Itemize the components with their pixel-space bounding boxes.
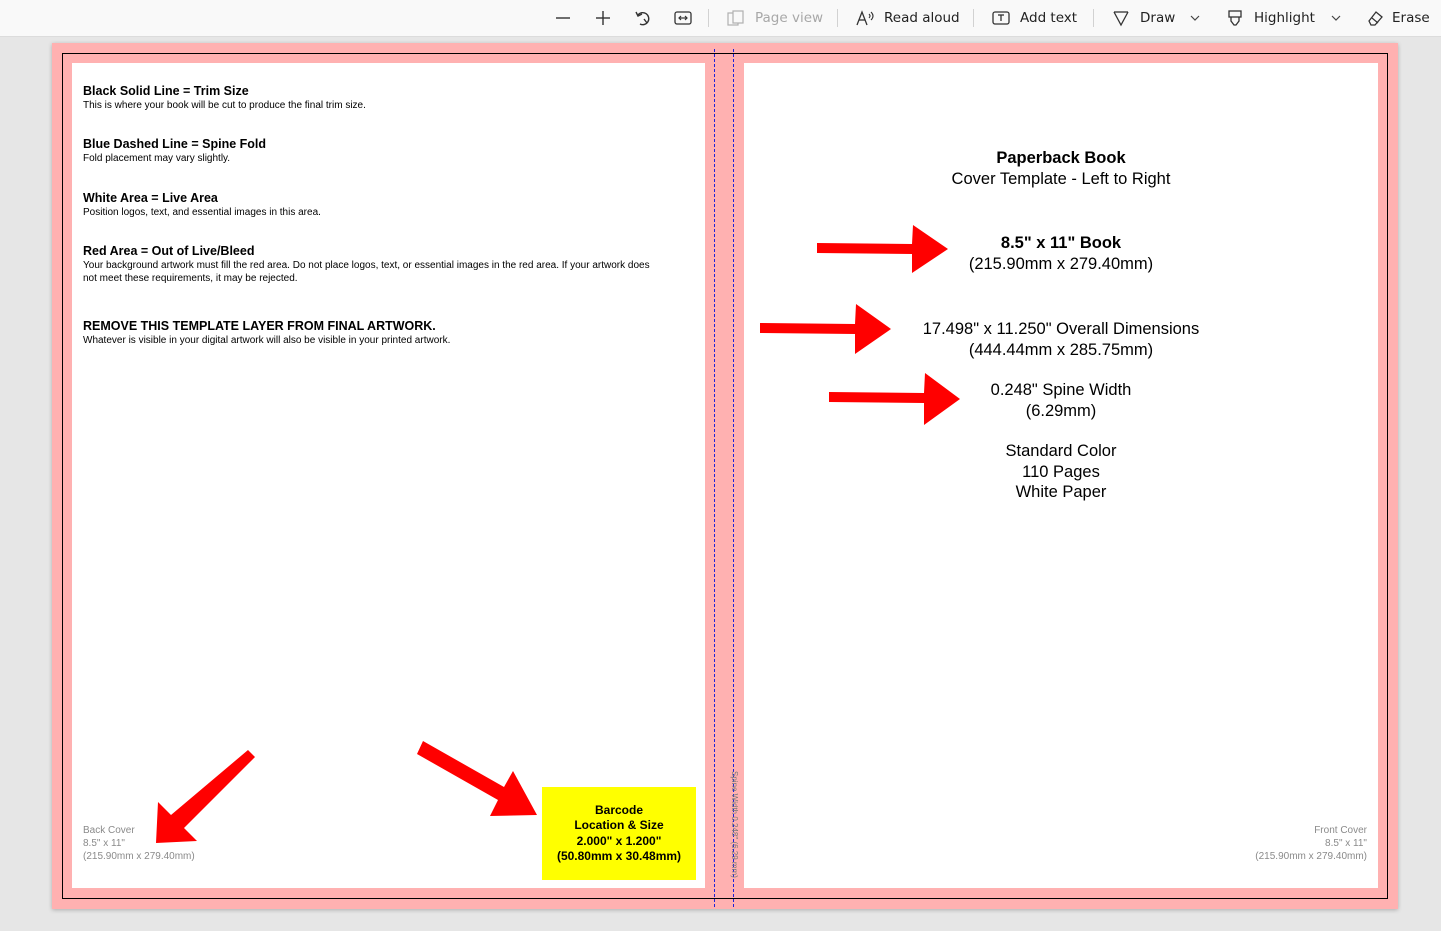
zoom-out-button[interactable] <box>555 0 571 36</box>
chevron-down-icon <box>1331 15 1341 21</box>
pdf-page: Spine Width 0.248" (6.29 mm) Black Solid… <box>52 43 1398 909</box>
page-view-icon <box>727 10 744 26</box>
arrow-down-right-icon <box>417 741 537 816</box>
eraser-icon <box>1368 11 1383 26</box>
page-view-label: Page view <box>755 10 824 26</box>
zoom-in-button[interactable] <box>595 0 611 36</box>
rotate-button[interactable] <box>634 0 652 36</box>
read-aloud-button[interactable]: Read aloud <box>856 0 960 36</box>
annotation-arrows <box>156 225 960 843</box>
page-view-button[interactable]: Page view <box>727 0 823 36</box>
arrow-right-icon <box>829 373 960 425</box>
chevron-down-icon <box>1190 15 1200 21</box>
arrow-right-icon <box>760 304 891 354</box>
toolbar-separator <box>837 9 838 27</box>
minus-icon <box>556 17 570 19</box>
toolbar-separator <box>1093 9 1094 27</box>
rotate-icon <box>635 11 650 26</box>
add-text-label: Add text <box>1020 10 1078 26</box>
draw-button[interactable]: Draw <box>1112 0 1175 36</box>
draw-label: Draw <box>1140 10 1176 26</box>
highlight-options-dropdown[interactable] <box>1331 0 1341 36</box>
pen-icon <box>1113 11 1129 27</box>
pdf-toolbar: Page view Read aloud Add text Draw Highl… <box>0 0 1441 37</box>
highlight-button[interactable]: Highlight <box>1226 0 1315 36</box>
highlighter-icon <box>1228 10 1242 26</box>
toolbar-separator <box>973 9 974 27</box>
plus-icon <box>596 11 610 25</box>
fit-width-button[interactable] <box>674 0 692 36</box>
text-box-icon <box>992 11 1010 25</box>
add-text-button[interactable]: Add text <box>992 0 1077 36</box>
toolbar-separator <box>708 9 709 27</box>
read-aloud-icon <box>856 10 874 26</box>
read-aloud-label: Read aloud <box>884 10 960 26</box>
erase-button[interactable]: Erase <box>1366 0 1430 36</box>
highlight-label: Highlight <box>1254 10 1315 26</box>
arrow-down-left-icon <box>156 750 255 843</box>
erase-label: Erase <box>1392 10 1430 26</box>
draw-options-dropdown[interactable] <box>1190 0 1200 36</box>
fit-width-icon <box>674 11 692 25</box>
arrow-right-icon <box>817 225 948 273</box>
